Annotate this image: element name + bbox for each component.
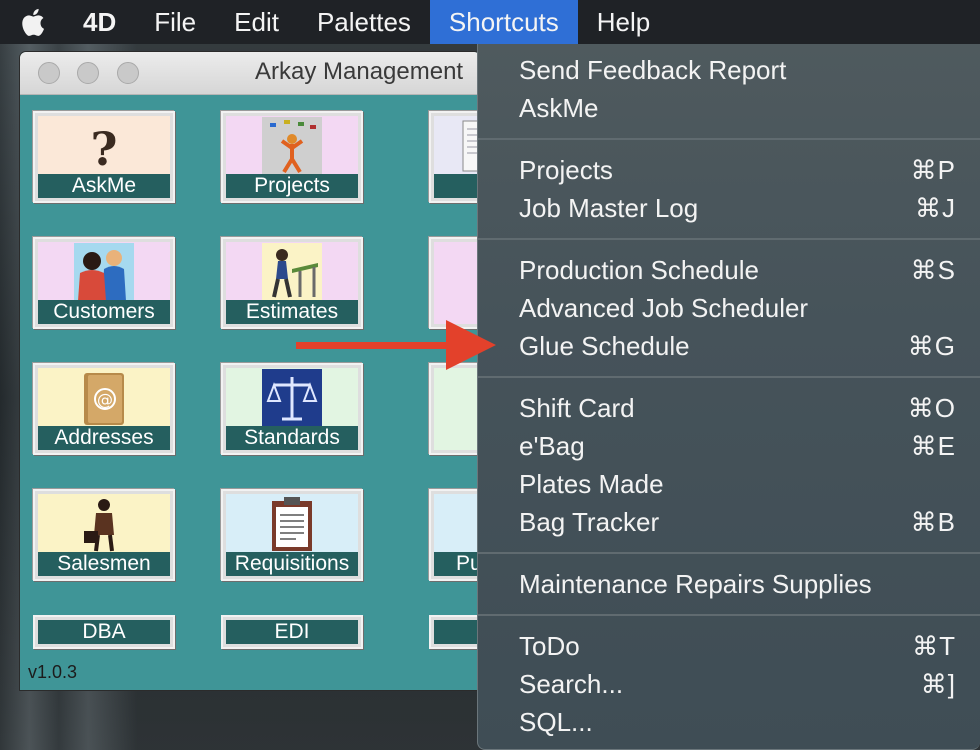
scales-of-justice-icon — [262, 369, 322, 427]
menu-item-label: AskMe — [519, 93, 599, 123]
partial-small-button[interactable] — [429, 615, 480, 649]
shortcuts-menu: Send Feedback Report AskMe Projects ⌘P J… — [477, 44, 980, 750]
menu-help[interactable]: Help — [578, 0, 669, 44]
menu-item-advanced-job-scheduler[interactable]: Advanced Job Scheduler — [519, 289, 956, 327]
button-label: EDI — [226, 620, 358, 644]
tile-label: AskMe — [38, 174, 170, 198]
askme-tile-button[interactable]: ? AskMe — [33, 111, 175, 203]
menu-separator — [478, 552, 980, 554]
tile-label: Standards — [226, 426, 358, 450]
menu-separator — [478, 138, 980, 140]
menu-item-label: Bag Tracker — [519, 507, 660, 537]
juggler-icon — [262, 117, 322, 175]
menu-file[interactable]: File — [135, 0, 215, 44]
menu-item-maintenance-repairs-supplies[interactable]: Maintenance Repairs Supplies — [519, 565, 956, 603]
menu-item-askme[interactable]: AskMe — [519, 89, 956, 127]
menu-edit[interactable]: Edit — [215, 0, 298, 44]
job-tile-button[interactable]: Jo — [429, 111, 480, 203]
minimize-window-button[interactable] — [77, 62, 99, 84]
menu-item-label: ToDo — [519, 631, 580, 661]
menu-item-shortcut: ⌘S — [910, 255, 956, 285]
menu-item-job-master-log[interactable]: Job Master Log ⌘J — [519, 189, 956, 227]
person-at-desk-icon — [262, 243, 322, 301]
address-book-icon: @ — [84, 373, 124, 425]
red-arrow-icon — [296, 320, 496, 370]
menu-item-ebag[interactable]: e'Bag ⌘E — [519, 427, 956, 465]
menu-item-shortcut: ⌘] — [920, 669, 956, 699]
menu-item-production-schedule[interactable]: Production Schedule ⌘S — [519, 251, 956, 289]
menu-item-shortcut: ⌘G — [907, 331, 956, 361]
partial-tile-button[interactable] — [429, 237, 480, 329]
tile-label: Salesmen — [38, 552, 170, 576]
menu-item-shortcut: ⌘B — [910, 507, 956, 537]
menu-item-label: Send Feedback Report — [519, 55, 787, 85]
estimates-tile-button[interactable]: Estimates — [221, 237, 363, 329]
menu-item-search[interactable]: Search... ⌘] — [519, 665, 956, 703]
window-titlebar: Arkay Management — [20, 52, 480, 95]
customers-tile-button[interactable]: Customers — [33, 237, 175, 329]
projects-tile-button[interactable]: Projects — [221, 111, 363, 203]
purchasing-tile-button[interactable]: Pu — [429, 489, 480, 581]
menu-item-todo[interactable]: ToDo ⌘T — [519, 627, 956, 665]
menu-item-send-feedback-report[interactable]: Send Feedback Report — [519, 51, 956, 89]
zoom-window-button[interactable] — [117, 62, 139, 84]
partial-tile-button[interactable] — [429, 363, 480, 455]
menu-item-glue-schedule[interactable]: Glue Schedule ⌘G — [519, 327, 956, 365]
tile-label: Customers — [38, 300, 170, 324]
menu-item-label: Production Schedule — [519, 255, 759, 285]
salesmen-tile-button[interactable]: Salesmen — [33, 489, 175, 581]
addresses-tile-button[interactable]: @ Addresses — [33, 363, 175, 455]
menu-item-label: e'Bag — [519, 431, 585, 461]
dba-button[interactable]: DBA — [33, 615, 175, 649]
clipboard-icon — [272, 497, 312, 551]
menu-item-label: Maintenance Repairs Supplies — [519, 569, 872, 599]
menu-item-shortcut: ⌘O — [907, 393, 956, 423]
menu-item-label: SQL... — [519, 707, 593, 737]
edi-button[interactable]: EDI — [221, 615, 363, 649]
svg-text:?: ? — [91, 122, 118, 175]
menu-item-shortcut: ⌘E — [910, 431, 956, 461]
menu-item-sql[interactable]: SQL... — [519, 703, 956, 741]
menu-item-label: Shift Card — [519, 393, 635, 423]
tile-label: Pu — [434, 552, 480, 576]
menu-item-label: Advanced Job Scheduler — [519, 293, 809, 323]
window-title: Arkay Management — [255, 58, 464, 85]
menu-separator — [478, 238, 980, 240]
menu-item-projects[interactable]: Projects ⌘P — [519, 151, 956, 189]
menu-palettes[interactable]: Palettes — [298, 0, 430, 44]
apple-logo-icon[interactable] — [0, 0, 64, 44]
svg-text:@: @ — [97, 390, 113, 409]
menu-item-plates-made[interactable]: Plates Made — [519, 465, 956, 503]
version-label: v1.0.3 — [28, 662, 78, 682]
requisitions-tile-button[interactable]: Requisitions — [221, 489, 363, 581]
two-people-icon — [74, 243, 134, 301]
standards-tile-button[interactable]: Standards — [221, 363, 363, 455]
menu-item-label: Projects — [519, 155, 613, 185]
button-label: DBA — [38, 620, 170, 644]
menu-bar: 4D File Edit Palettes Shortcuts Help — [0, 0, 980, 44]
menu-item-shortcut: ⌘J — [915, 193, 956, 223]
salesman-icon — [84, 499, 114, 552]
tile-label: Projects — [226, 174, 358, 198]
tile-label: Jo — [434, 174, 480, 198]
menu-item-shift-card[interactable]: Shift Card ⌘O — [519, 389, 956, 427]
menu-item-shortcut: ⌘P — [910, 155, 956, 185]
tile-label: Addresses — [38, 426, 170, 450]
menu-item-label: Plates Made — [519, 469, 664, 499]
close-window-button[interactable] — [38, 62, 60, 84]
menu-item-label: Job Master Log — [519, 193, 699, 223]
menu-shortcuts[interactable]: Shortcuts — [429, 0, 578, 44]
menu-separator — [478, 614, 980, 616]
menu-item-label: Glue Schedule — [519, 331, 690, 361]
menu-item-label: Search... — [519, 669, 624, 699]
menu-item-shortcut: ⌘T — [912, 631, 956, 661]
question-mark-icon: ? — [91, 122, 118, 175]
tile-label: Requisitions — [226, 552, 358, 576]
menu-item-bag-tracker[interactable]: Bag Tracker ⌘B — [519, 503, 956, 541]
menu-separator — [478, 376, 980, 378]
menu-app-name[interactable]: 4D — [64, 0, 135, 44]
